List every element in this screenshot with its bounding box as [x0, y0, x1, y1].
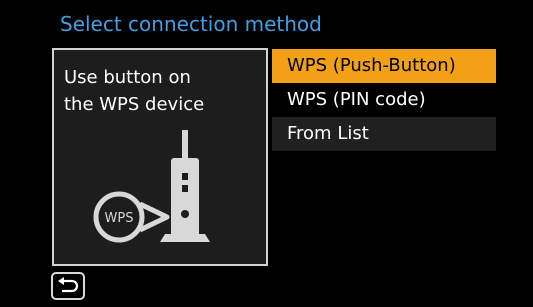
menu-item-wps-pin-code[interactable]: WPS (PIN code): [272, 83, 496, 117]
menu-item-from-list[interactable]: From List: [272, 117, 496, 151]
instruction-panel: Use button on the WPS device WPS: [52, 48, 268, 266]
back-button[interactable]: [51, 272, 85, 300]
wps-router-icon: WPS: [93, 130, 210, 243]
connection-method-menu: WPS (Push-Button) WPS (PIN code) From Li…: [272, 49, 496, 151]
page-title: Select connection method: [60, 12, 322, 36]
menu-item-wps-push-button[interactable]: WPS (Push-Button): [272, 49, 496, 83]
return-arrow-icon: [58, 277, 79, 293]
wps-badge: WPS: [105, 211, 134, 226]
